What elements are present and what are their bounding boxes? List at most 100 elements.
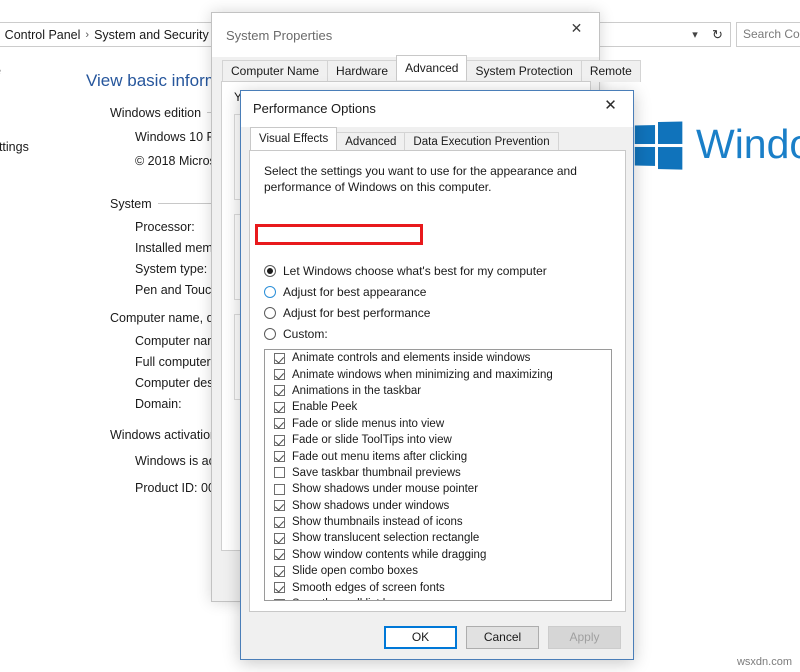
windows-branding: Windo — [634, 120, 800, 170]
radio-adjust-for-best-appearance[interactable]: Adjust for best appearance — [264, 282, 614, 301]
list-item[interactable]: Animate windows when minimizing and maxi… — [265, 366, 611, 382]
breadcrumb-separator: › — [85, 29, 90, 41]
list-item[interactable]: Fade or slide ToolTips into view — [265, 432, 611, 448]
radio-indicator-icon — [264, 264, 276, 277]
checkbox-icon[interactable] — [274, 483, 285, 495]
tab-remote[interactable]: Remote — [580, 60, 641, 82]
list-item-label: Fade or slide ToolTips into view — [292, 434, 452, 447]
windows-wordmark: Windo — [696, 121, 800, 167]
close-icon[interactable]: ✕ — [588, 91, 633, 120]
visual-effects-radio-group: Let Windows choose what's best for my co… — [264, 261, 614, 345]
breadcrumb-item-system-and-security[interactable]: System and Security — [91, 28, 212, 42]
list-item[interactable]: Save taskbar thumbnail previews — [265, 465, 611, 481]
tab-advanced[interactable]: Advanced — [336, 132, 406, 152]
tab-data-execution-prevention[interactable]: Data Execution Prevention — [404, 132, 559, 152]
checkbox-icon[interactable] — [274, 467, 285, 479]
list-item[interactable]: Fade out menu items after clicking — [265, 448, 611, 464]
search-input[interactable]: Search Con — [736, 22, 800, 47]
checkbox-icon[interactable] — [274, 582, 285, 594]
radio-label: Adjust for best performance — [283, 305, 431, 320]
sidebar-item-settings[interactable]: ettings — [0, 140, 29, 154]
checkbox-icon[interactable] — [274, 532, 285, 544]
list-item-label: Show thumbnails instead of icons — [292, 516, 463, 529]
radio-label: Custom: — [283, 326, 328, 341]
list-item[interactable]: Enable Peek — [265, 399, 611, 415]
checkbox-icon[interactable] — [274, 418, 285, 430]
list-item-label: Fade or slide menus into view — [292, 417, 445, 430]
list-item-label: Smooth-scroll list boxes — [292, 598, 413, 600]
checkbox-icon[interactable] — [274, 385, 285, 397]
performance-options-dialog[interactable]: Performance Options ✕ Visual Effects Adv… — [240, 90, 634, 660]
radio-custom[interactable]: Custom: — [264, 324, 614, 343]
list-item-label: Slide open combo boxes — [292, 565, 418, 578]
refresh-icon[interactable]: ↻ — [705, 22, 731, 47]
checkbox-icon[interactable] — [274, 451, 285, 463]
apply-button: Apply — [548, 626, 621, 649]
list-item[interactable]: Slide open combo boxes — [265, 563, 611, 579]
list-item-label: Show shadows under windows — [292, 499, 450, 512]
ok-button[interactable]: OK — [384, 626, 457, 649]
section-label: System — [110, 197, 152, 211]
row-pen-and-touch: Pen and Touch: — [135, 283, 222, 297]
checkbox-icon[interactable] — [274, 565, 285, 577]
page-title: View basic informa — [86, 71, 229, 90]
close-icon[interactable]: ✕ — [554, 13, 599, 43]
section-label: Windows activation — [110, 428, 217, 442]
list-item-label: Show translucent selection rectangle — [292, 532, 480, 545]
list-item-label: Show window contents while dragging — [292, 548, 487, 561]
radio-indicator-icon — [264, 327, 276, 340]
row-system-type: System type: — [135, 262, 208, 276]
checkbox-icon[interactable] — [274, 352, 285, 364]
chevron-down-icon[interactable]: ▾ — [688, 29, 702, 41]
list-item[interactable]: Show thumbnails instead of icons — [265, 514, 611, 530]
tab-visual-effects[interactable]: Visual Effects — [250, 127, 338, 150]
list-item[interactable]: Smooth-scroll list boxes — [265, 596, 611, 600]
list-item[interactable]: Show window contents while dragging — [265, 547, 611, 563]
list-item[interactable]: Animations in the taskbar — [265, 383, 611, 399]
system-properties-title: System Properties — [226, 28, 333, 43]
checkbox-icon[interactable] — [274, 401, 285, 413]
radio-adjust-for-best-performance[interactable]: Adjust for best performance — [264, 303, 614, 322]
windows-logo-icon — [634, 120, 683, 170]
list-item-label: Animate controls and elements inside win… — [292, 352, 531, 365]
tab-hardware[interactable]: Hardware — [327, 60, 398, 82]
breadcrumb: › Control Panel › System and Security — [0, 28, 212, 42]
row-processor: Processor: — [135, 220, 195, 234]
radio-indicator-icon — [264, 306, 276, 319]
row-domain: Domain: — [135, 397, 182, 411]
list-item[interactable]: Show shadows under windows — [265, 498, 611, 514]
list-item-label: Animations in the taskbar — [292, 384, 422, 397]
list-item-label: Animate windows when minimizing and maxi… — [292, 368, 553, 381]
system-properties-titlebar[interactable]: System Properties ✕ — [212, 13, 599, 57]
radio-let-windows-choose[interactable]: Let Windows choose what's best for my co… — [264, 261, 614, 280]
watermark: wsxdn.com — [736, 656, 792, 668]
system-properties-tabs: Computer Name Hardware Advanced System P… — [222, 55, 641, 82]
visual-effects-pane: Select the settings you want to use for … — [249, 150, 626, 612]
list-item[interactable]: Show shadows under mouse pointer — [265, 481, 611, 497]
checkbox-icon[interactable] — [274, 598, 285, 600]
checkbox-icon[interactable] — [274, 516, 285, 528]
checkbox-icon[interactable] — [274, 434, 285, 446]
list-item[interactable]: Smooth edges of screen fonts — [265, 579, 611, 595]
performance-options-tabs: Visual Effects Advanced Data Execution P… — [250, 127, 559, 152]
pane-description: Select the settings you want to use for … — [264, 164, 577, 194]
list-item[interactable]: Animate controls and elements inside win… — [265, 350, 611, 366]
sidebar-item-partial-top[interactable]: e — [0, 64, 1, 78]
radio-label: Let Windows choose what's best for my co… — [283, 263, 547, 278]
radio-label: Adjust for best appearance — [283, 284, 427, 299]
section-label: Windows edition — [110, 106, 202, 120]
tab-system-protection[interactable]: System Protection — [466, 60, 582, 82]
list-item[interactable]: Fade or slide menus into view — [265, 416, 611, 432]
performance-options-titlebar[interactable]: Performance Options ✕ — [241, 91, 633, 127]
checkbox-icon[interactable] — [274, 549, 285, 561]
visual-effects-list[interactable]: Animate controls and elements inside win… — [264, 349, 612, 601]
tab-computer-name[interactable]: Computer Name — [222, 60, 329, 82]
list-item-label: Save taskbar thumbnail previews — [292, 466, 461, 479]
breadcrumb-item-control-panel[interactable]: Control Panel — [2, 28, 84, 42]
checkbox-icon[interactable] — [274, 369, 285, 381]
list-item[interactable]: Show translucent selection rectangle — [265, 530, 611, 546]
tab-advanced[interactable]: Advanced — [396, 55, 468, 80]
checkbox-icon[interactable] — [274, 500, 285, 512]
cancel-button[interactable]: Cancel — [466, 626, 539, 649]
list-item-label: Fade out menu items after clicking — [292, 450, 468, 463]
